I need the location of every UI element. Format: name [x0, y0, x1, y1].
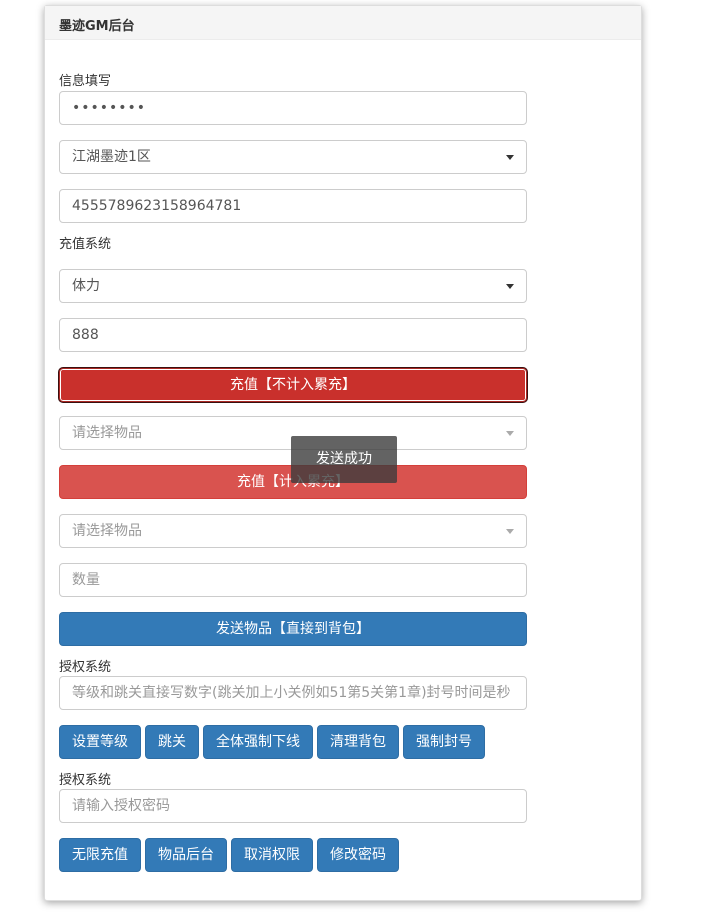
chevron-down-icon	[506, 155, 514, 160]
auth-action-row-2: 无限充值 物品后台 取消权限 修改密码	[59, 838, 399, 872]
account-id-field[interactable]: 4555789623158964781	[59, 189, 527, 223]
auth-params-input[interactable]	[72, 678, 514, 708]
account-id-value: 4555789623158964781	[72, 198, 242, 214]
auth-action-row-1: 设置等级 跳关 全体强制下线 清理背包 强制封号	[59, 725, 485, 759]
skip-stage-button[interactable]: 跳关	[145, 725, 199, 759]
quantity-field[interactable]	[59, 563, 527, 597]
panel-title: 墨迹GM后台	[45, 6, 641, 40]
recharge-not-cumulative-button[interactable]: 充值【不计入累充】	[59, 368, 527, 402]
revoke-permission-button[interactable]: 取消权限	[231, 838, 313, 872]
chevron-down-icon	[506, 529, 514, 534]
unlimited-recharge-button[interactable]: 无限充值	[59, 838, 141, 872]
item-select-1-placeholder: 请选择物品	[72, 425, 142, 441]
password-value: ••••••••	[72, 100, 147, 116]
server-select[interactable]: 江湖墨迹1区	[59, 140, 527, 174]
item-select-2[interactable]: 请选择物品	[59, 514, 527, 548]
quantity-input[interactable]	[72, 565, 514, 595]
recharge-type-value: 体力	[72, 278, 100, 294]
force-logout-all-button[interactable]: 全体强制下线	[203, 725, 313, 759]
chevron-down-icon	[506, 431, 514, 436]
gm-panel: 墨迹GM后台 信息填写 •••••••• 江湖墨迹1区 455578962315…	[44, 5, 642, 901]
recharge-section-label: 充值系统	[59, 237, 112, 252]
auth-section-label-1: 授权系统	[59, 660, 112, 675]
item-backend-button[interactable]: 物品后台	[145, 838, 227, 872]
toast-message: 发送成功	[291, 436, 397, 483]
amount-value: 888	[72, 327, 99, 343]
auth-section-label-2: 授权系统	[59, 773, 112, 788]
info-section-label: 信息填写	[59, 74, 112, 89]
clear-bag-button[interactable]: 清理背包	[317, 725, 399, 759]
change-password-button[interactable]: 修改密码	[317, 838, 399, 872]
chevron-down-icon	[506, 284, 514, 289]
set-level-button[interactable]: 设置等级	[59, 725, 141, 759]
auth-password-input[interactable]	[72, 791, 514, 821]
server-select-value: 江湖墨迹1区	[72, 149, 151, 165]
password-field[interactable]: ••••••••	[59, 91, 527, 125]
recharge-type-select[interactable]: 体力	[59, 269, 527, 303]
auth-password-field[interactable]	[59, 789, 527, 823]
auth-params-field[interactable]	[59, 676, 527, 710]
item-select-2-placeholder: 请选择物品	[72, 523, 142, 539]
force-ban-button[interactable]: 强制封号	[403, 725, 485, 759]
amount-field[interactable]: 888	[59, 318, 527, 352]
send-item-button[interactable]: 发送物品【直接到背包】	[59, 612, 527, 646]
